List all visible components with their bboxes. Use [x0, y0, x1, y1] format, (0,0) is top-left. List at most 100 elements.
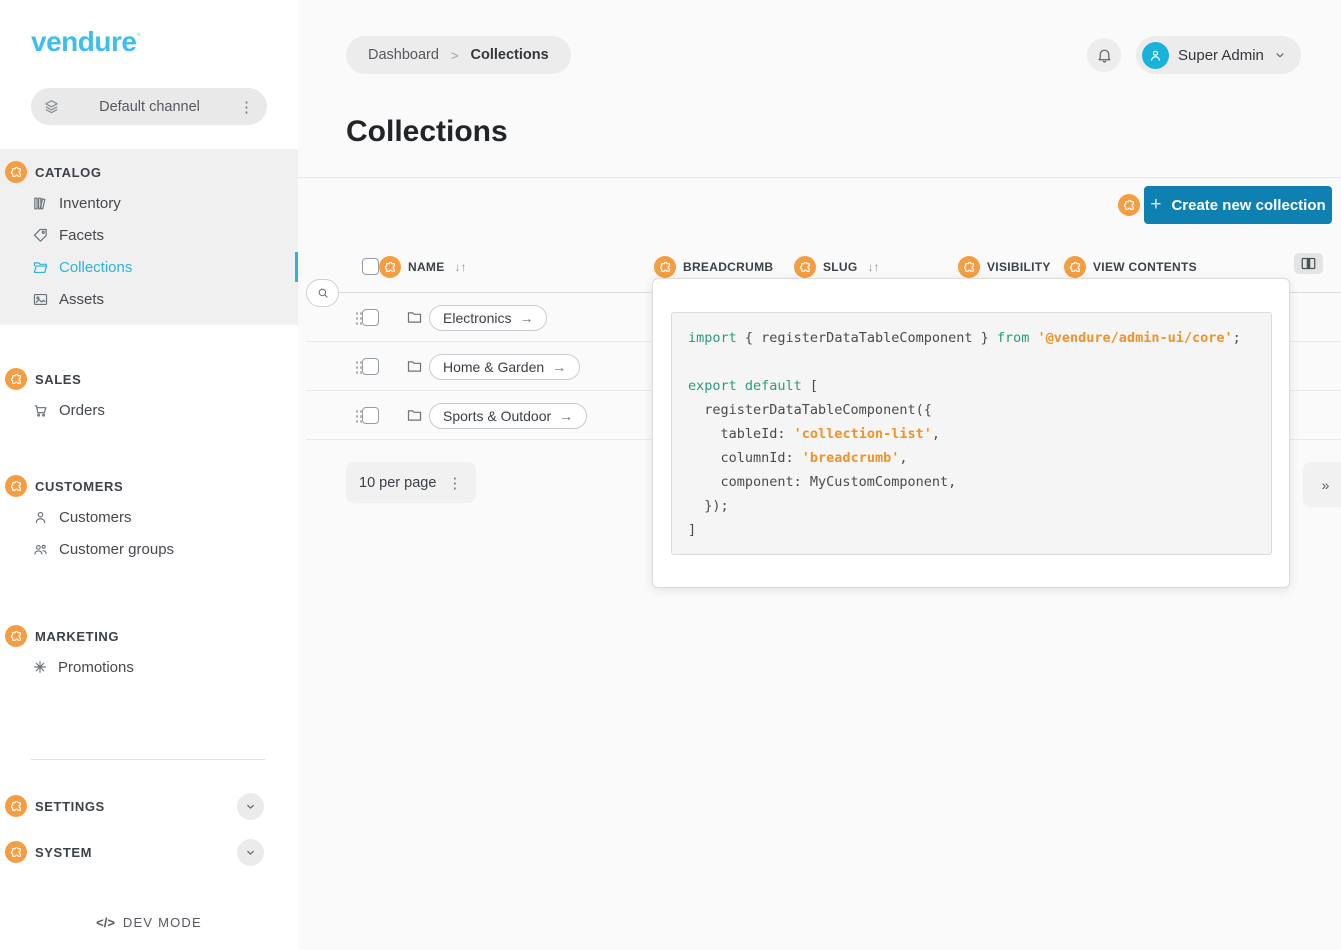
collection-name: Home & Garden	[443, 359, 544, 375]
row-checkbox[interactable]	[362, 358, 379, 375]
chevron-down-icon	[1273, 48, 1287, 62]
nav-section-label: CUSTOMERS	[35, 479, 123, 494]
channel-menu-kebab-icon[interactable]: ⋮	[239, 98, 255, 116]
items-per-page-label: 10 per page	[359, 475, 436, 491]
dev-extension-badge-catalog[interactable]	[5, 161, 27, 183]
nav-section-marketing: MARKETING Promotions	[0, 613, 298, 693]
select-all-checkbox[interactable]	[362, 258, 379, 275]
column-header-visibility[interactable]: VISIBILITY	[958, 256, 1051, 278]
image-icon	[32, 291, 49, 308]
sidebar-item-label: Customer groups	[59, 541, 174, 558]
column-label: VIEW CONTENTS	[1093, 260, 1197, 274]
tag-icon	[32, 227, 49, 244]
collection-link[interactable]: Home & Garden →	[429, 354, 580, 380]
dev-extension-badge-view-contents-column[interactable]	[1064, 256, 1086, 278]
sort-icon[interactable]: ↓↑	[868, 260, 880, 274]
folder-icon	[406, 309, 423, 326]
search-toggle[interactable]	[306, 279, 339, 307]
people-icon	[32, 541, 49, 558]
column-label: NAME	[408, 260, 445, 274]
collection-name: Sports & Outdoor	[443, 408, 551, 424]
search-icon	[316, 286, 330, 300]
create-new-collection-button[interactable]: + Create new collection	[1144, 186, 1332, 224]
dev-extension-badge-customers[interactable]	[5, 475, 27, 497]
sidebar: vendure° Default channel ⋮ CATALOG Inven…	[0, 0, 298, 950]
channel-selector[interactable]: Default channel ⋮	[31, 88, 267, 125]
notifications-button[interactable]	[1087, 38, 1121, 72]
folder-icon	[406, 407, 423, 424]
row-checkbox[interactable]	[362, 309, 379, 326]
sidebar-item-label: Inventory	[59, 195, 121, 212]
sidebar-item-label: Assets	[59, 291, 104, 308]
dev-extension-badge-visibility-column[interactable]	[958, 256, 980, 278]
nav-section-label: SETTINGS	[35, 799, 229, 814]
column-label: VISIBILITY	[987, 260, 1051, 274]
vendure-logo[interactable]: vendure°	[31, 26, 298, 58]
arrow-right-icon: →	[559, 408, 573, 424]
user-name: Super Admin	[1178, 47, 1264, 64]
person-icon	[32, 509, 49, 526]
drag-handle[interactable]	[355, 360, 362, 374]
settings-expand-button[interactable]	[237, 793, 264, 820]
sidebar-item-customer-groups[interactable]: Customer groups	[0, 533, 298, 565]
breadcrumb-item-dashboard[interactable]: Dashboard	[368, 47, 439, 63]
sidebar-item-label: Facets	[59, 227, 104, 244]
code-block: import { registerDataTableComponent } fr…	[671, 312, 1272, 555]
folder-open-icon	[32, 259, 49, 276]
collection-link[interactable]: Electronics →	[429, 305, 547, 331]
dev-extension-badge-marketing[interactable]	[5, 625, 27, 647]
person-icon	[1148, 48, 1163, 63]
sidebar-item-promotions[interactable]: Promotions	[0, 651, 298, 683]
layers-icon	[43, 98, 60, 115]
dev-extension-badge-breadcrumb-column[interactable]	[654, 256, 676, 278]
dev-mode-toggle[interactable]: </> DEV MODE	[0, 915, 298, 930]
collection-name: Electronics	[443, 310, 511, 326]
sidebar-item-collections[interactable]: Collections	[0, 251, 298, 283]
sidebar-item-label: Orders	[59, 402, 105, 419]
nav-section-settings: SETTINGS	[0, 791, 298, 821]
folder-icon	[406, 358, 423, 375]
collection-link[interactable]: Sports & Outdoor →	[429, 403, 587, 429]
sidebar-item-facets[interactable]: Facets	[0, 219, 298, 251]
nav-section-label: CATALOG	[35, 165, 102, 180]
dev-extension-badge-slug-column[interactable]	[794, 256, 816, 278]
channel-selector-label: Default channel	[60, 99, 239, 115]
sidebar-item-inventory[interactable]: Inventory	[0, 187, 298, 219]
bell-icon	[1096, 47, 1113, 64]
next-page-button[interactable]: »	[1303, 462, 1341, 507]
column-header-name[interactable]: NAME ↓↑	[379, 256, 467, 278]
dev-extension-badge-sales[interactable]	[5, 368, 27, 390]
sidebar-item-customers[interactable]: Customers	[0, 501, 298, 533]
page-title: Collections	[346, 115, 508, 149]
drag-handle[interactable]	[355, 409, 362, 423]
dev-extension-badge-settings[interactable]	[5, 795, 27, 817]
column-header-view-contents[interactable]: VIEW CONTENTS	[1064, 256, 1197, 278]
row-checkbox[interactable]	[362, 407, 379, 424]
plus-icon: +	[1150, 194, 1161, 216]
inventory-icon	[32, 195, 49, 212]
breadcrumb-item-collections: Collections	[471, 47, 549, 63]
chevron-down-icon	[244, 800, 257, 813]
items-per-page-button[interactable]: 10 per page ⋮	[346, 462, 476, 503]
column-label: BREADCRUMB	[683, 260, 773, 274]
sidebar-item-orders[interactable]: Orders	[0, 394, 298, 426]
user-menu[interactable]: Super Admin	[1136, 36, 1301, 74]
nav-section-catalog: CATALOG Inventory Facets Collections	[0, 149, 298, 325]
sidebar-item-assets[interactable]: Assets	[0, 283, 298, 315]
sidebar-nav: CATALOG Inventory Facets Collections	[0, 149, 298, 950]
nav-section-label: SALES	[35, 372, 81, 387]
sidebar-item-label: Collections	[59, 259, 132, 276]
sort-icon[interactable]: ↓↑	[455, 260, 467, 274]
sidebar-item-label: Promotions	[58, 659, 134, 676]
column-picker-button[interactable]	[1294, 253, 1323, 274]
dev-mode-popup: import { registerDataTableComponent } fr…	[652, 278, 1290, 588]
column-header-slug[interactable]: SLUG ↓↑	[794, 256, 880, 278]
drag-handle[interactable]	[355, 311, 362, 325]
dev-extension-badge-system[interactable]	[5, 841, 27, 863]
dev-extension-badge-create-button[interactable]	[1118, 194, 1140, 216]
columns-icon	[1301, 257, 1316, 270]
system-expand-button[interactable]	[237, 839, 264, 866]
sparkle-icon	[32, 659, 48, 675]
column-header-breadcrumb[interactable]: BREADCRUMB	[654, 256, 773, 278]
dev-extension-badge-name-column[interactable]	[379, 256, 401, 278]
